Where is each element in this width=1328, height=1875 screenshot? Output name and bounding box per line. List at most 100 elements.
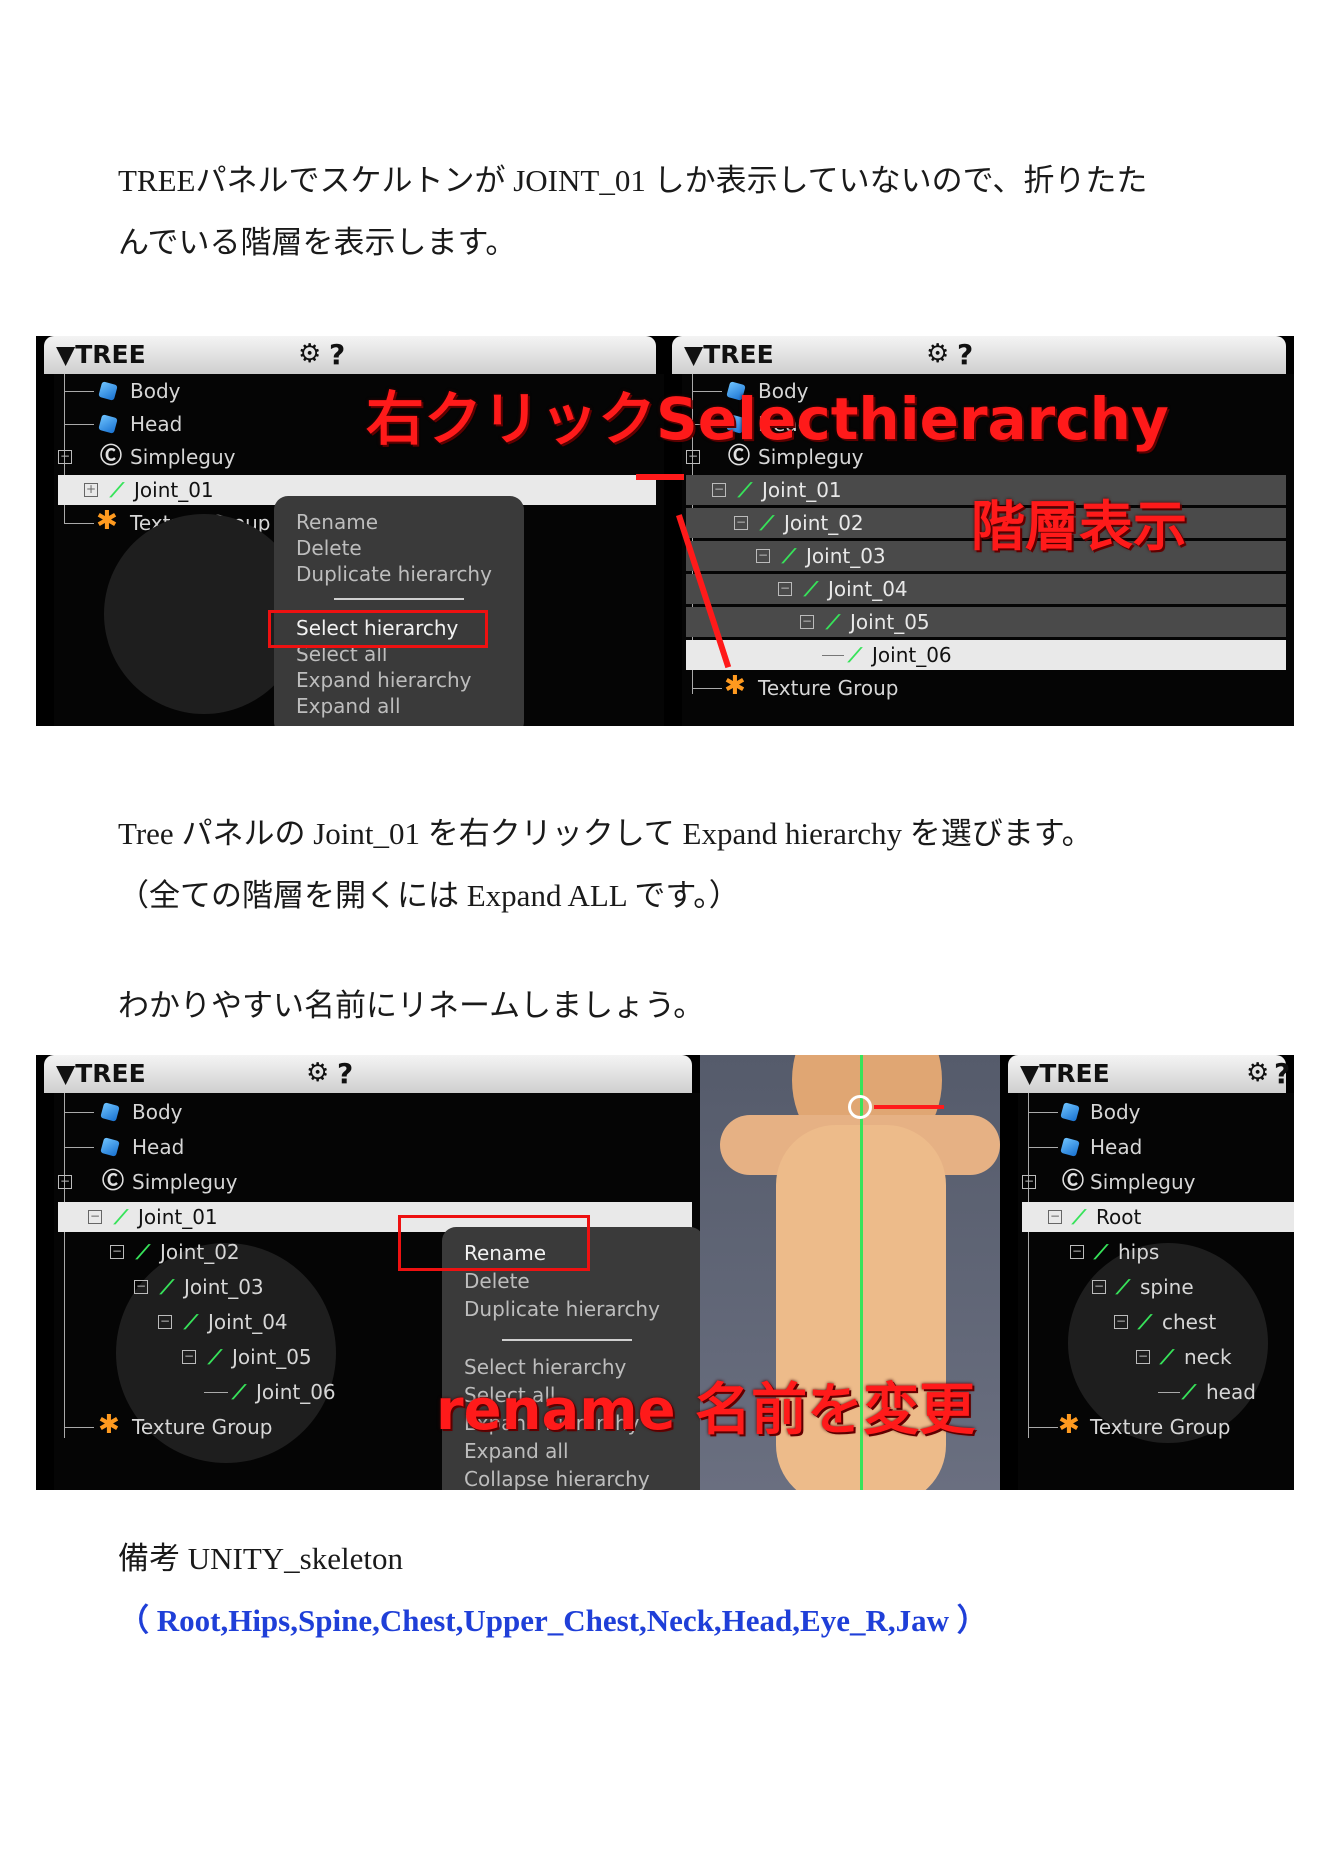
bone-icon: ⟋ [826, 610, 840, 634]
menu-expand-hierarchy[interactable]: Expand hierarchy [296, 668, 471, 692]
collapse-icon[interactable]: − [58, 450, 72, 464]
mesh-icon [98, 381, 118, 401]
tree-item-simpleguy[interactable]: − Ⓒ Simpleguy [1018, 1167, 1294, 1197]
bone-icon: ⟋ [232, 1380, 246, 1404]
annotation-rename: rename 名前を変更 [436, 1378, 976, 1443]
collapse-icon[interactable]: − [1092, 1280, 1106, 1294]
tree-item-joint-06[interactable]: ⟋ Joint_06 [686, 640, 1286, 670]
bone-icon: ⟋ [1116, 1275, 1130, 1299]
bone-icon: ⟋ [208, 1345, 222, 1369]
expand-line-1: Tree パネルの Joint_01 を右クリックして Expand hiera… [118, 816, 1093, 851]
menu-collapse-hierarchy[interactable]: Collapse hierarchy [464, 1467, 650, 1490]
tree-panel-header: ▼TREE ⚙ ? [672, 336, 1286, 374]
collapse-icon[interactable]: − [1070, 1245, 1084, 1259]
help-icon[interactable]: ? [957, 338, 973, 371]
bone-icon: ⟋ [848, 643, 862, 667]
tree-panel-header: ▼TREE ⚙ ? [44, 1055, 692, 1093]
gear-icon[interactable]: ⚙ [926, 339, 949, 369]
tree-item-spine[interactable]: − ⟋ spine [1018, 1272, 1294, 1302]
help-icon[interactable]: ? [329, 338, 345, 371]
tree-item-texture-group[interactable]: ✱ Texture Group [1018, 1410, 1294, 1442]
bone-icon: ⟋ [136, 1240, 150, 1264]
character-icon: Ⓒ [1062, 1169, 1085, 1194]
bone-icon: ⟋ [738, 478, 752, 502]
bone-icon: ⟋ [760, 511, 774, 535]
gear-icon[interactable]: ⚙ [298, 339, 321, 369]
collapse-icon[interactable]: − [756, 549, 770, 563]
tree-item-neck[interactable]: − ⟋ neck [1018, 1342, 1294, 1372]
tree-item-simpleguy[interactable]: − Ⓒ Simpleguy [54, 1167, 700, 1197]
mesh-icon [98, 414, 118, 434]
collapse-icon[interactable]: − [1048, 1210, 1062, 1224]
collapse-icon[interactable]: − [182, 1350, 196, 1364]
collapse-icon[interactable]: − [1136, 1350, 1150, 1364]
menu-delete[interactable]: Delete [464, 1269, 530, 1293]
tree-view: Body Head − Ⓒ Simpleguy − ⟋ Root − ⟋ hip… [1018, 1093, 1294, 1490]
highlight-rename [398, 1215, 590, 1271]
bone-icon: ⟋ [160, 1275, 174, 1299]
character-icon: Ⓒ [100, 444, 123, 469]
intro-line-1: TREEパネルでスケルトンが JOINT_01 しか表示していないので、折りたた [118, 163, 1148, 198]
gear-icon[interactable]: ⚙ [1246, 1058, 1269, 1088]
menu-duplicate-hierarchy[interactable]: Duplicate hierarchy [464, 1297, 660, 1321]
menu-rename[interactable]: Rename [296, 510, 378, 534]
note-section: 備考 UNITY_skeleton （ Root,Hips,Spine,Ches… [118, 1528, 988, 1652]
collapse-icon[interactable]: − [110, 1245, 124, 1259]
texture-icon: ✱ [724, 671, 746, 701]
collapse-icon[interactable]: − [800, 615, 814, 629]
joint-handle[interactable] [848, 1095, 872, 1119]
intro-paragraph: TREEパネルでスケルトンが JOINT_01 しか表示していないので、折りたた… [118, 150, 1147, 274]
menu-delete[interactable]: Delete [296, 536, 362, 560]
tree-item-joint-05[interactable]: − ⟋ Joint_05 [686, 607, 1286, 637]
tree-item-joint-04[interactable]: − ⟋ Joint_04 [686, 574, 1286, 604]
expand-paragraph: Tree パネルの Joint_01 を右クリックして Expand hiera… [118, 803, 1093, 927]
collapse-icon[interactable]: − [1114, 1315, 1128, 1329]
character-icon: Ⓒ [102, 1169, 125, 1194]
note-label: 備考 UNITY_skeleton [118, 1541, 403, 1576]
annotation-dash [636, 474, 684, 480]
collapse-icon[interactable]: − [734, 516, 748, 530]
bone-icon: ⟋ [1138, 1310, 1152, 1334]
texture-icon: ✱ [98, 1410, 120, 1440]
intro-line-2: んでいる階層を表示します。 [118, 225, 517, 260]
tree-item-body[interactable]: Body [54, 1097, 700, 1127]
tree-item-hips[interactable]: − ⟋ hips [1018, 1237, 1294, 1267]
collapse-icon[interactable]: − [134, 1280, 148, 1294]
tree-item-head[interactable]: Head [54, 1132, 700, 1162]
highlight-select-hierarchy [268, 610, 488, 648]
mesh-icon [100, 1102, 120, 1122]
tree-item-head[interactable]: Head [1018, 1132, 1294, 1162]
bone-icon: ⟋ [1072, 1205, 1086, 1229]
collapse-icon[interactable]: − [712, 483, 726, 497]
tree-item-root[interactable]: − ⟋ Root [1022, 1202, 1294, 1232]
note-bone-list: （ Root,Hips,Spine,Chest,Upper_Chest,Neck… [118, 1603, 988, 1638]
menu-expand-all[interactable]: Expand all [296, 694, 401, 718]
tree-item-texture-group[interactable]: ✱ Texture Group [682, 671, 1294, 703]
expand-line-2: （全ての階層を開くには Expand ALL です。） [118, 878, 740, 913]
help-icon[interactable]: ? [1274, 1057, 1290, 1090]
collapse-icon[interactable]: − [88, 1210, 102, 1224]
texture-icon: ✱ [1058, 1410, 1080, 1440]
collapse-icon[interactable]: − [158, 1315, 172, 1329]
tree-item-chest[interactable]: − ⟋ chest [1018, 1307, 1294, 1337]
tree-panel-title: ▼TREE [56, 340, 146, 369]
bone-icon: ⟋ [114, 1205, 128, 1229]
rename-paragraph: わかりやすい名前にリネームしましょう。 [118, 975, 704, 1037]
menu-duplicate-hierarchy[interactable]: Duplicate hierarchy [296, 562, 492, 586]
screenshot-select-hierarchy: ▼TREE ⚙ ? Body Head − Ⓒ Simpleguy + ⟋ Jo… [36, 336, 1294, 726]
gear-icon[interactable]: ⚙ [306, 1058, 329, 1088]
bone-icon: ⟋ [1160, 1345, 1174, 1369]
annotation-expand: 階層表示 [971, 495, 1187, 558]
bone-icon: ⟋ [1094, 1240, 1108, 1264]
tree-item-body[interactable]: Body [1018, 1097, 1294, 1127]
mesh-icon [1060, 1102, 1080, 1122]
rename-line: わかりやすい名前にリネームしましょう。 [118, 988, 705, 1023]
help-icon[interactable]: ? [337, 1057, 353, 1090]
collapse-icon[interactable]: − [58, 1175, 72, 1189]
collapse-icon[interactable]: − [778, 582, 792, 596]
texture-icon: ✱ [96, 506, 118, 536]
collapse-icon[interactable]: − [1022, 1175, 1036, 1189]
tree-panel-title: ▼TREE [56, 1059, 146, 1088]
tree-item-head-joint[interactable]: ⟋ head [1018, 1377, 1294, 1407]
expand-icon[interactable]: + [84, 483, 98, 497]
